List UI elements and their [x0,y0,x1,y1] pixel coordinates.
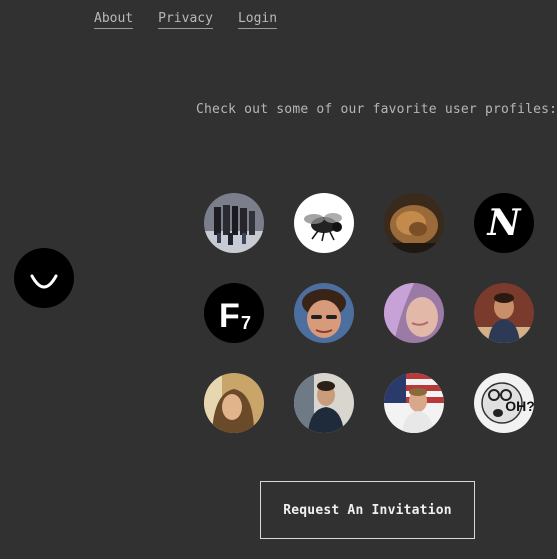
nav-login-link[interactable]: Login [237,11,278,29]
profile-avatar-n-logo[interactable]: N [474,193,534,253]
profile-avatar-woman-portrait[interactable] [204,373,264,433]
request-invitation-button[interactable]: Request An Invitation [260,481,475,539]
n-logo-text: N [487,202,523,244]
nav-about-link[interactable]: About [94,11,134,29]
nav-privacy-link[interactable]: Privacy [158,11,213,29]
profile-avatar-man-selfie[interactable] [294,283,354,343]
profile-avatar-purple-hair[interactable] [384,283,444,343]
top-nav: About Privacy Login [94,11,278,29]
profile-avatar-group[interactable] [204,193,264,253]
f7-logo-number: 7 [241,313,251,333]
profile-avatar-fly[interactable] [294,193,354,253]
profile-avatar-man-cafe[interactable] [474,283,534,343]
f7-logo-letter: F [219,297,240,335]
profile-avatar-man-flag[interactable] [384,373,444,433]
profile-grid: N F 7 OH? [204,193,534,433]
profile-avatar-man-seated[interactable] [294,373,354,433]
oh-illustration-text: OH? [505,398,534,414]
profile-avatar-f7[interactable]: F 7 [204,283,264,343]
smiley-logo-icon[interactable] [14,248,74,308]
profile-avatar-wood[interactable] [384,193,444,253]
tagline: Check out some of our favorite user prof… [196,102,557,117]
page: About Privacy Login Check out some of ou… [0,0,557,559]
profile-avatar-oh-illustration[interactable]: OH? [474,373,534,433]
